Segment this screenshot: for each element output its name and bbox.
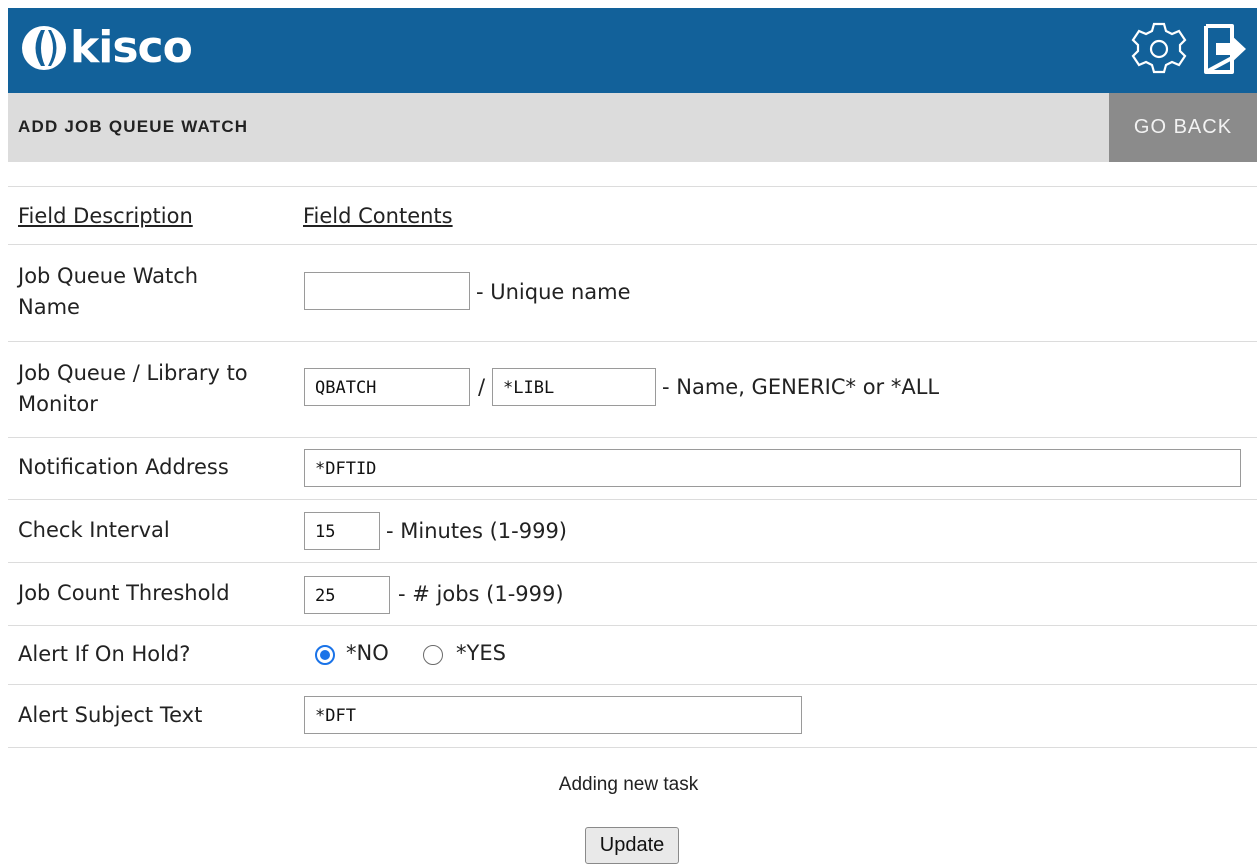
job-queue-label: Job Queue / Library to Monitor	[18, 361, 248, 416]
watch-name-row: Job Queue Watch Name - Unique name	[8, 244, 1257, 341]
alert-subject-input[interactable]: *DFT	[304, 696, 802, 734]
job-queue-row: Job Queue / Library to Monitor QBATCH / …	[8, 341, 1257, 437]
check-interval-hint: - Minutes (1-999)	[386, 519, 568, 543]
logout-icon[interactable]	[1198, 20, 1250, 78]
check-interval-input[interactable]: 15	[304, 512, 380, 550]
status-message: Adding new task	[558, 774, 699, 795]
check-interval-row: Check Interval 15 - Minutes (1-999)	[8, 499, 1257, 562]
job-queue-hint: - Name, GENERIC* or *ALL	[662, 375, 940, 399]
job-count-label: Job Count Threshold	[18, 581, 230, 605]
alert-subject-label: Alert Subject Text	[18, 703, 203, 727]
page-title-bar: ADD JOB QUEUE WATCH GO BACK	[8, 93, 1257, 162]
queue-library-separator: /	[478, 375, 486, 399]
hold-no-label[interactable]: *NO	[346, 641, 389, 665]
check-interval-label: Check Interval	[18, 518, 170, 542]
job-count-row: Job Count Threshold 25 - # jobs (1-999)	[8, 562, 1257, 625]
table-header-row: Field Description Field Contents	[8, 186, 1257, 244]
field-description-header: Field Description	[18, 204, 193, 228]
alert-hold-label: Alert If On Hold?	[18, 642, 191, 666]
kisco-logo-icon	[22, 26, 66, 70]
update-button[interactable]: Update	[585, 827, 679, 864]
watch-name-hint: - Unique name	[476, 280, 631, 304]
alert-subject-row: Alert Subject Text *DFT	[8, 684, 1257, 748]
settings-gear-icon[interactable]	[1130, 20, 1188, 78]
watch-name-input[interactable]	[304, 272, 470, 310]
notification-label: Notification Address	[18, 455, 229, 479]
app-header: kisco	[8, 8, 1257, 93]
logo-text: kisco	[70, 22, 193, 73]
alert-hold-row: Alert If On Hold? *NO *YES	[8, 625, 1257, 684]
go-back-button[interactable]: GO BACK	[1109, 93, 1257, 162]
watch-name-label: Job Queue Watch Name	[18, 264, 199, 319]
notification-row: Notification Address *DFTID	[8, 437, 1257, 499]
page-title: ADD JOB QUEUE WATCH	[18, 117, 249, 136]
job-queue-input[interactable]: QBATCH	[304, 368, 470, 406]
kisco-logo: kisco	[20, 22, 193, 73]
library-input[interactable]: *LIBL	[492, 368, 656, 406]
hold-yes-radio[interactable]	[423, 645, 443, 665]
notification-address-input[interactable]: *DFTID	[304, 449, 1241, 487]
job-queue-watch-form: Field Description Field Contents Job Que…	[8, 186, 1257, 748]
hold-yes-label[interactable]: *YES	[456, 641, 506, 665]
job-count-hint: - # jobs (1-999)	[398, 582, 564, 606]
hold-no-radio[interactable]	[315, 645, 335, 665]
job-count-threshold-input[interactable]: 25	[304, 576, 390, 614]
field-contents-header: Field Contents	[303, 204, 453, 228]
